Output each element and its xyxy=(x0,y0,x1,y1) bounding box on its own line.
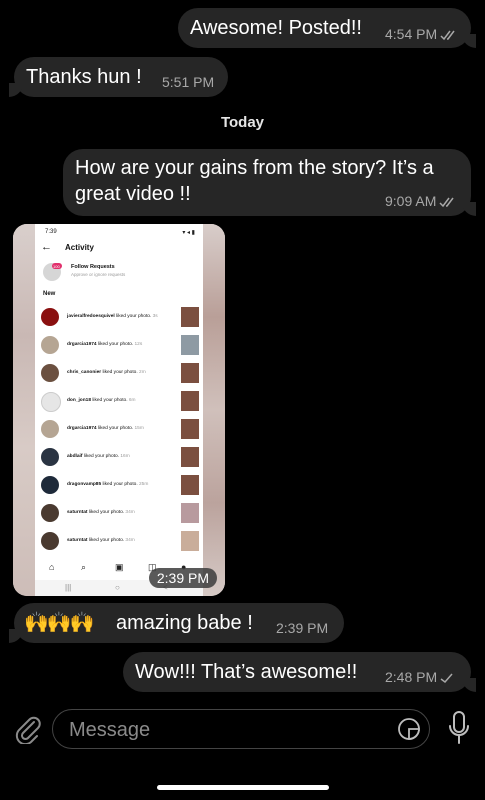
follow-requests-title: Follow Requests xyxy=(71,264,115,270)
activity-row: chris_canonier liked your photo. 2m xyxy=(41,363,199,385)
message-time: 2:39 PM xyxy=(148,568,217,588)
message-time: 2:48 PM xyxy=(385,669,454,685)
photo-thumbnail xyxy=(181,475,199,495)
avatar xyxy=(41,336,59,354)
message-placeholder: Message xyxy=(69,719,151,741)
message-time: 2:39 PM xyxy=(276,620,329,636)
emoji: 🙌🙌🙌 xyxy=(24,612,95,634)
message-bubble-outgoing[interactable]: How are your gains from the story? It’s … xyxy=(63,149,476,216)
activity-row: drgarcia1974 liked your photo. 12s xyxy=(41,335,199,357)
message-bubble-incoming[interactable]: 🙌🙌🙌 amazing babe ! 2:39 PM xyxy=(9,603,344,643)
photo-thumbnail xyxy=(181,363,199,383)
sticker-icon[interactable] xyxy=(397,717,421,741)
double-check-icon xyxy=(439,197,454,208)
avatar xyxy=(41,532,59,550)
message-text: amazing babe ! xyxy=(116,612,253,634)
home-circle-icon: ○ xyxy=(115,583,120,592)
message-time: 9:09 AM xyxy=(385,193,457,209)
message-time: 4:54 PM xyxy=(385,26,458,42)
photo-thumbnail xyxy=(181,307,199,327)
home-indicator xyxy=(157,785,329,790)
photo-thumbnail xyxy=(181,419,199,439)
home-icon: ⌂ xyxy=(49,562,55,572)
single-check-icon xyxy=(440,673,453,684)
double-check-icon xyxy=(440,30,455,41)
follow-requests-subtitle: Approve or ignore requests xyxy=(71,272,126,277)
shared-screenshot: 7:39 ▾ ◂ ▮ ← Activity 100 Follow Request… xyxy=(35,224,203,596)
avatar xyxy=(41,448,59,466)
date-separator: Today xyxy=(220,114,265,131)
image-blur-right xyxy=(203,224,225,596)
message-text: Wow!!! That’s awesome!! xyxy=(135,661,358,683)
activity-row: abdlaif liked your photo. 16m xyxy=(41,447,199,469)
status-time: 7:39 xyxy=(45,229,57,235)
message-bubble-outgoing[interactable]: Awesome! Posted!! 4:54 PM xyxy=(178,8,476,48)
follow-requests-badge: 100 xyxy=(52,263,62,269)
search-icon: ⌕ xyxy=(81,562,87,572)
photo-thumbnail xyxy=(181,531,199,551)
message-input[interactable]: Message xyxy=(52,709,430,749)
activity-row: saturntat liked your photo. 34m xyxy=(41,503,199,525)
avatar xyxy=(41,476,59,494)
activity-row: don_jon18 liked your photo. 6m xyxy=(41,391,199,413)
photo-thumbnail xyxy=(181,335,199,355)
avatar xyxy=(41,392,61,412)
photo-thumbnail xyxy=(181,503,199,523)
message-text: Awesome! Posted!! xyxy=(190,17,362,39)
message-time: 5:51 PM xyxy=(162,74,215,90)
section-header: New xyxy=(43,291,56,297)
back-arrow-icon: ← xyxy=(41,241,52,253)
recent-apps-icon: ||| xyxy=(65,583,72,592)
reels-icon: ▣ xyxy=(115,562,124,572)
avatar xyxy=(41,504,59,522)
status-icons: ▾ ◂ ▮ xyxy=(182,230,195,236)
image-blur-left xyxy=(13,224,35,596)
image-message[interactable]: 7:39 ▾ ◂ ▮ ← Activity 100 Follow Request… xyxy=(13,224,225,596)
avatar xyxy=(41,364,59,382)
mic-icon[interactable] xyxy=(448,711,470,745)
activity-row: dragonvamp85 liked your photo. 25m xyxy=(41,475,199,497)
avatar xyxy=(41,420,59,438)
message-bubble-incoming[interactable]: Thanks hun ! 5:51 PM xyxy=(9,57,228,97)
activity-row: javieralfredoesquivel liked your photo. … xyxy=(41,307,199,329)
activity-row: saturntat liked your photo. 34m xyxy=(41,531,199,553)
avatar xyxy=(41,308,59,326)
activity-row: drgarcia1974 liked your photo. 15m xyxy=(41,419,199,441)
message-text: Thanks hun ! xyxy=(26,66,142,88)
attach-icon[interactable] xyxy=(14,714,42,744)
photo-thumbnail xyxy=(181,447,199,467)
photo-thumbnail xyxy=(181,391,199,411)
screenshot-title: Activity xyxy=(65,243,94,252)
message-bubble-outgoing[interactable]: Wow!!! That’s awesome!! 2:48 PM xyxy=(123,652,476,692)
